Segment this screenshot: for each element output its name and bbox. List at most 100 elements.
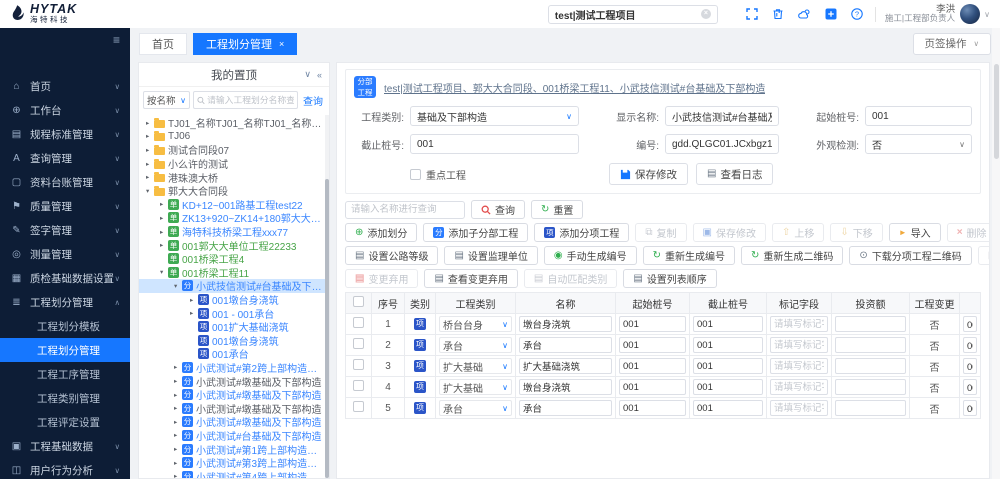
tree-item[interactable]: ▸ 分 小武测试#第4跨上部构造现场浇筑 — [139, 469, 325, 478]
expander-icon[interactable]: ▸ — [146, 146, 154, 154]
row-name-input[interactable] — [519, 358, 612, 374]
toolbar-button[interactable]: ◉ 手动生成编号 — [544, 246, 637, 265]
tree-item[interactable]: 项 001承台 — [139, 347, 325, 361]
start-stake-input[interactable] — [865, 106, 972, 126]
tree-item[interactable]: ▸ 分 小武测试#墩基础及下部构造 — [139, 401, 325, 415]
menu-item[interactable]: 工程工序管理 — [0, 362, 130, 386]
search-by-select[interactable]: 按名称∨ — [143, 91, 190, 109]
menu-item[interactable]: 工程类别管理 — [0, 386, 130, 410]
menu-item[interactable]: ◎ 测量管理 ∨ — [0, 242, 130, 266]
row-category-select[interactable]: 桥台台身∨ — [439, 316, 512, 332]
page-scrollbar[interactable] — [992, 28, 1000, 479]
toolbar-button[interactable]: ▤ 自动匹配类别 — [524, 269, 617, 288]
tree-item[interactable]: ▸ TJ01_名称TJ01_名称TJ01_名称TJ01_名称TJ0... — [139, 116, 325, 130]
row-investment-input[interactable] — [835, 337, 906, 353]
toolbar-button[interactable]: ▤ 设置公路等级 — [345, 246, 438, 265]
tree-item[interactable]: ▸ 分 小武测试#第2跨上部构造现场浇筑 — [139, 361, 325, 375]
tree-collapse-icon[interactable]: ∨ — [304, 69, 311, 80]
toolbar-button[interactable]: ▣ 保存修改 — [693, 223, 766, 242]
tree-item[interactable]: ▸ 分 小武测试#台基础及下部构造 — [139, 429, 325, 443]
menu-item[interactable]: 工程划分模板 — [0, 314, 130, 338]
row-start-stake-input[interactable] — [619, 400, 686, 416]
tree-item[interactable]: ▸ 项 001 - 001承台 — [139, 306, 325, 320]
menu-item[interactable]: ⊕ 工作台 ∨ — [0, 98, 130, 122]
toolbar-button[interactable]: ⧉ 复制 — [635, 223, 686, 242]
toolbar-button[interactable]: ▤ 设置列表顺序 — [623, 269, 716, 288]
filter-input[interactable] — [345, 201, 465, 219]
row-investment-input[interactable] — [835, 400, 906, 416]
toolbar-button[interactable]: ► 导入 — [889, 223, 941, 242]
tree-item[interactable]: ▾ 郭大大合同段 — [139, 184, 325, 198]
tree-item[interactable]: ▸ 单 001郭大大单位工程22233 — [139, 238, 325, 252]
toolbar-button[interactable]: ▤ 设置工程类别 — [978, 246, 990, 265]
expander-icon[interactable]: ▸ — [174, 445, 182, 453]
fullscreen-icon[interactable] — [746, 8, 758, 20]
view-log-button[interactable]: ▤ 查看日志 — [696, 163, 773, 185]
appearance-select[interactable]: 否∨ — [865, 134, 972, 154]
tree-item[interactable]: ▸ 港珠澳大桥 — [139, 170, 325, 184]
expander-icon[interactable]: ▾ — [146, 187, 154, 195]
row-mark-input[interactable] — [770, 337, 828, 353]
row-display-name-input[interactable] — [963, 316, 977, 332]
display-name-input[interactable] — [665, 106, 779, 126]
panel-fold-icon[interactable]: « — [317, 70, 322, 80]
project-select[interactable]: test|测试工程项目 × — [548, 5, 718, 24]
expander-icon[interactable]: ▸ — [174, 363, 182, 371]
row-checkbox[interactable] — [353, 317, 364, 328]
tree-item[interactable]: ▸ 单 海特科技桥梁工程xxx77 — [139, 225, 325, 239]
toolbar-button[interactable]: 项 添加分项工程 — [534, 223, 629, 242]
menu-item[interactable]: ◫ 用户行为分析 ∨ — [0, 458, 130, 479]
select-all-checkbox[interactable] — [353, 296, 364, 307]
menu-item[interactable]: 工程划分管理 — [0, 338, 130, 362]
help-icon[interactable]: ? — [851, 8, 863, 20]
category-select[interactable]: 基础及下部构造∨ — [410, 106, 579, 126]
toolbar-button[interactable]: ▤ 变更弃用 — [345, 269, 418, 288]
tree-scrollbar-thumb[interactable] — [325, 179, 329, 478]
row-start-stake-input[interactable] — [619, 379, 686, 395]
row-category-select[interactable]: 扩大基础∨ — [439, 379, 512, 395]
tree-item[interactable]: ▸ 测试合同段07 — [139, 143, 325, 157]
tree-item[interactable]: ▸ 单 KD+12~001路基工程test22 — [139, 198, 325, 212]
row-checkbox[interactable] — [353, 401, 364, 412]
add-box-icon[interactable] — [825, 8, 837, 20]
expander-icon[interactable]: ▸ — [160, 241, 168, 249]
tree-item[interactable]: ▸ 分 小武测试#第1跨上部构造现场浇筑 — [139, 442, 325, 456]
toolbar-button[interactable]: ⊙ 下载分项工程二维码 — [849, 246, 971, 265]
menu-item[interactable]: A 查询管理 ∨ — [0, 146, 130, 170]
menu-item[interactable]: ▣ 工程基础数据 ∨ — [0, 434, 130, 458]
toolbar-button[interactable]: ▤ 查看变更弃用 — [424, 269, 517, 288]
menu-item[interactable]: ▦ 质检基础数据设置 ∨ — [0, 266, 130, 290]
expander-icon[interactable]: ▸ — [190, 296, 198, 304]
row-category-select[interactable]: 扩大基础∨ — [439, 358, 512, 374]
row-end-stake-input[interactable] — [693, 316, 763, 332]
row-name-input[interactable] — [519, 337, 612, 353]
toolbar-button[interactable]: ↻ 重新生成二维码 — [741, 246, 843, 265]
tree-item[interactable]: ▸ 项 001墩台身浇筑 — [139, 293, 325, 307]
expander-icon[interactable]: ▾ — [174, 282, 182, 290]
row-end-stake-input[interactable] — [693, 379, 763, 395]
tab-project-division[interactable]: 工程划分管理 × — [193, 33, 297, 55]
toolbar-button[interactable]: ▤ 设置监理单位 — [444, 246, 537, 265]
expander-icon[interactable]: ▸ — [160, 200, 168, 208]
tree-item[interactable]: ▾ 分 小武技信测试#台基础及下部构造 — [139, 279, 325, 293]
row-start-stake-input[interactable] — [619, 337, 686, 353]
row-checkbox[interactable] — [353, 338, 364, 349]
user-info[interactable]: 李洪 施工|工程部负责人 — [885, 5, 955, 24]
end-stake-input[interactable] — [410, 134, 579, 154]
expander-icon[interactable]: ▸ — [174, 431, 182, 439]
code-input[interactable] — [665, 134, 779, 154]
expander-icon[interactable]: ▸ — [174, 418, 182, 426]
toolbar-button[interactable]: ⇧ 上移 — [772, 223, 824, 242]
tree-item[interactable]: ▸ 小么许的测试 — [139, 157, 325, 171]
row-category-select[interactable]: 承台∨ — [439, 400, 512, 416]
reset-button[interactable]: ↻ 重置 — [531, 200, 583, 219]
tree-item[interactable]: 单 001桥梁工程4 — [139, 252, 325, 266]
tree-item[interactable]: 项 001扩大基础浇筑 — [139, 320, 325, 334]
tree-item[interactable]: ▸ 单 ZK13+920~ZK14+180郭大大单位工程44 — [139, 211, 325, 225]
tree-item[interactable]: ▸ 分 小武测试#第3跨上部构造现场浇筑 — [139, 456, 325, 470]
menu-item[interactable]: ▢ 资料台账管理 ∨ — [0, 170, 130, 194]
user-menu-chevron-icon[interactable]: ∨ — [984, 10, 990, 19]
key-project-checkbox[interactable] — [410, 169, 421, 180]
row-checkbox[interactable] — [353, 380, 364, 391]
row-investment-input[interactable] — [835, 379, 906, 395]
